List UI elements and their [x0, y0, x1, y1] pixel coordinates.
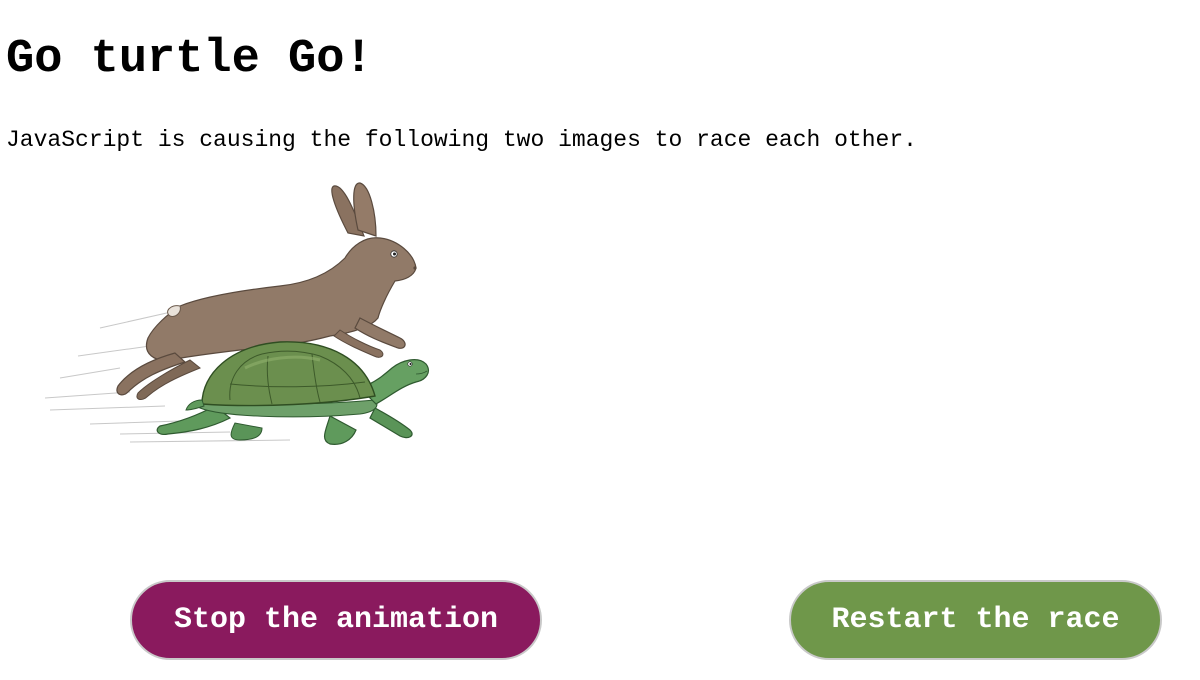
restart-race-button[interactable]: Restart the race — [789, 580, 1162, 660]
tortoise-image — [156, 341, 429, 445]
page-title: Go turtle Go! — [6, 33, 373, 86]
stop-animation-button[interactable]: Stop the animation — [130, 580, 542, 660]
intro-text: JavaScript is causing the following two … — [6, 127, 917, 153]
race-illustration — [44, 182, 429, 445]
